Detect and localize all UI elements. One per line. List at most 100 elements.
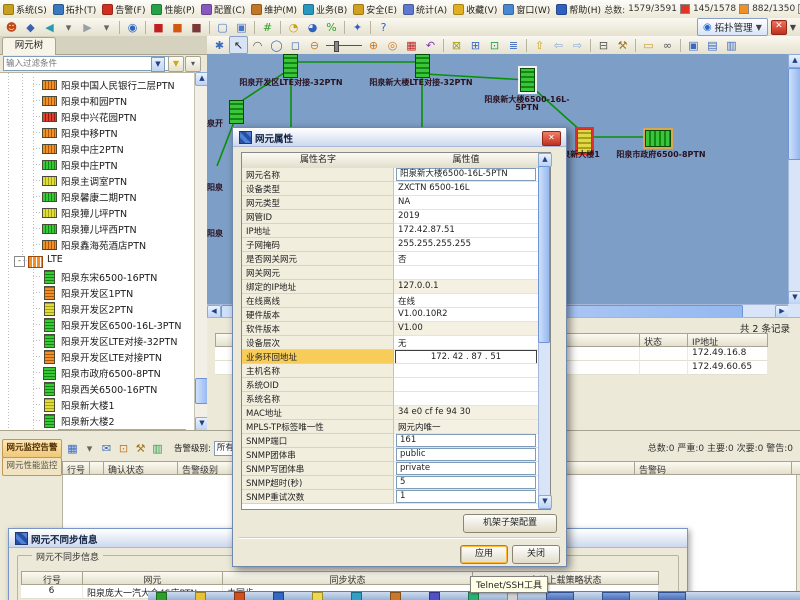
zoom-out-icon[interactable]: ⊖ [305, 36, 324, 54]
tree-item-阳泉獐儿坪西PTN[interactable]: 阳泉獐儿坪西PTN [0, 221, 194, 236]
alarm-query-icon[interactable]: ■ [168, 18, 187, 36]
zoom-region-icon[interactable]: ◻ [286, 36, 305, 54]
property-row-设备类型[interactable]: 设备类型ZXCTN 6500-16L [242, 182, 538, 196]
value-field[interactable]: 1 [396, 490, 536, 503]
tree-item-阳泉开发区LTE对接PTN[interactable]: 阳泉开发区LTE对接PTN [0, 349, 194, 364]
find-icon[interactable]: ∞ [658, 36, 677, 54]
grid-icon[interactable]: ▦ [402, 36, 421, 54]
chevron-down-icon[interactable]: ▼ [790, 23, 796, 32]
tools-icon[interactable]: ⚒ [132, 439, 149, 457]
pan-icon[interactable]: ◠ [248, 36, 267, 54]
taskbar-icon[interactable] [312, 592, 323, 600]
tree-item-阳泉开发区2PTN[interactable]: 阳泉开发区2PTN [0, 301, 194, 316]
close-view-button[interactable]: ✕ [771, 20, 787, 35]
tree-item-阳泉中和园PTN[interactable]: 阳泉中和园PTN [0, 93, 194, 108]
frame-icon[interactable]: ▣ [684, 36, 703, 54]
property-row-在线离线[interactable]: 在线离线在线 [242, 294, 538, 308]
scroll-up-icon[interactable]: ▲ [538, 153, 552, 167]
map-vertical-scrollbar[interactable]: ▲ ▼ [788, 54, 800, 304]
alarm-column-blank[interactable] [792, 461, 800, 475]
taskbar-window-button[interactable] [602, 592, 630, 600]
dialog-scroll-thumb[interactable] [538, 166, 550, 343]
ne-yangquan-shizhengfu-6500-8ptn[interactable] [645, 130, 671, 147]
property-row-网关网元[interactable]: 网关网元 [242, 266, 538, 280]
security-icon[interactable]: ◆ [21, 18, 40, 36]
back-dropdown-icon[interactable]: ▾ [59, 18, 78, 36]
export-dropdown-icon[interactable]: ▾ [81, 439, 98, 457]
nav-forward-icon[interactable]: ⇨ [568, 36, 587, 54]
menu-item-拓扑(T)[interactable]: 拓扑(T) [50, 3, 100, 16]
loopback-address-input[interactable]: 172. 42 . 87 . 51 [395, 350, 537, 364]
zoom-icon[interactable]: ◯ [267, 36, 286, 54]
records-column-状态[interactable]: 状态 [640, 333, 688, 347]
refresh-icon[interactable]: ✱ [210, 36, 229, 54]
tree-item-阳泉开发区6500-16L-3PTN[interactable]: 阳泉开发区6500-16L-3PTN [0, 317, 194, 332]
property-row-MPLS-TP标签唯一性[interactable]: MPLS-TP标签唯一性网元内唯一 [242, 420, 538, 434]
percent-icon[interactable]: % [322, 18, 341, 36]
chart-icon[interactable]: ▥ [722, 36, 741, 54]
tree-item-LTE[interactable]: -LTE [0, 253, 194, 268]
tree-item-阳泉鑫海苑酒店PTN[interactable]: 阳泉鑫海苑酒店PTN [0, 237, 194, 252]
tree-item-阳泉中庄2PTN[interactable]: 阳泉中庄2PTN [0, 141, 194, 156]
value-field[interactable]: 阳泉新大楼6500-16L-5PTN [396, 168, 536, 181]
preview-icon[interactable]: ⊟ [594, 36, 613, 54]
dialog-titlebar[interactable]: 网元属性 ✕ [233, 128, 566, 147]
taskbar-icon[interactable] [507, 592, 518, 600]
menu-item-帮助(H)[interactable]: 帮助(H) [553, 3, 604, 16]
taskbar-icon[interactable] [156, 592, 167, 600]
menu-item-业务(B)[interactable]: 业务(B) [300, 3, 350, 16]
folder-icon[interactable]: ▭ [639, 36, 658, 54]
property-row-网元名称[interactable]: 网元名称阳泉新大楼6500-16L-5PTN [242, 168, 538, 182]
map-vscroll-thumb[interactable] [788, 68, 800, 160]
tree-item-阳泉开发区LTE对接-32PTN[interactable]: 阳泉开发区LTE对接-32PTN [0, 333, 194, 348]
menu-item-统计(A)[interactable]: 统计(A) [400, 3, 450, 16]
zoom-slider[interactable] [326, 40, 362, 50]
tree-item-阳泉獐儿坪PTN[interactable]: 阳泉獐儿坪PTN [0, 205, 194, 220]
window-icon[interactable]: ▢ [213, 18, 232, 36]
lock-icon[interactable]: ⊠ [447, 36, 466, 54]
ne-yangquan-kaifaqu-lte-32ptn[interactable] [283, 54, 298, 78]
taskbar-icon[interactable] [429, 592, 440, 600]
records-column-IP地址[interactable]: IP地址 [688, 333, 768, 347]
alarm-column-blank[interactable] [90, 461, 104, 475]
taskbar-window-button[interactable] [658, 592, 686, 600]
tree-item-阳泉中兴花园PTN[interactable]: 阳泉中兴花园PTN [0, 109, 194, 124]
table-icon[interactable]: ▤ [703, 36, 722, 54]
property-row-子网掩码[interactable]: 子网掩码255.255.255.255 [242, 238, 538, 252]
tree-item-阳泉中移PTN[interactable]: 阳泉中移PTN [0, 125, 194, 140]
filter-dropdown-icon[interactable]: ▼ [151, 57, 165, 72]
menu-item-窗口(W)[interactable]: 窗口(W) [500, 3, 553, 16]
sync-column-行号[interactable]: 行号 [21, 571, 83, 585]
perf-clock2-icon[interactable]: ◕ [303, 18, 322, 36]
property-row-MAC地址[interactable]: MAC地址34 e0 cf fe 94 30 [242, 406, 538, 420]
property-value[interactable]: 172. 42 . 87 . 51 [394, 350, 538, 364]
forward-icon[interactable]: ▶ [78, 18, 97, 36]
property-row-是否网关网元[interactable]: 是否网关网元否 [242, 252, 538, 266]
topology-icon[interactable]: # [258, 18, 277, 36]
scroll-down-icon[interactable]: ▼ [538, 495, 552, 509]
taskbar-icon[interactable] [351, 592, 362, 600]
taskbar-icon[interactable] [195, 592, 206, 600]
nav-back-icon[interactable]: ⇦ [549, 36, 568, 54]
menu-item-维护(M)[interactable]: 维护(M) [248, 3, 300, 16]
property-row-IP地址[interactable]: IP地址172.42.87.51 [242, 224, 538, 238]
property-row-SNMP超时(秒)[interactable]: SNMP超时(秒)5 [242, 476, 538, 490]
taskbar-icon[interactable] [468, 592, 479, 600]
alarm-history-icon[interactable]: ■ [187, 18, 206, 36]
tree-item-阳泉市政府6500-8PTN[interactable]: 阳泉市政府6500-8PTN [0, 365, 194, 380]
sync-column-同步状态[interactable]: 同步状态 [223, 571, 473, 585]
alarm-monitor-icon[interactable]: ■ [149, 18, 168, 36]
property-row-主机名称[interactable]: 主机名称 [242, 364, 538, 378]
menu-item-告警(F)[interactable]: 告警(F) [99, 3, 148, 16]
alarm-column-确认状态[interactable]: 确认状态 [104, 461, 178, 475]
apply-button[interactable]: 应用 [460, 545, 508, 564]
tab-网元监控告警[interactable]: 网元监控告警 [2, 439, 62, 458]
column-header-name[interactable]: 属性名字 [242, 153, 395, 169]
property-row-SNMP端口[interactable]: SNMP端口161 [242, 434, 538, 448]
property-row-SNMP重试次数[interactable]: SNMP重试次数1 [242, 490, 538, 504]
tree-item-阳泉新大楼1[interactable]: 阳泉新大楼1 [0, 397, 194, 412]
ack-icon[interactable]: ⊡ [115, 439, 132, 457]
help-icon[interactable]: ? [374, 18, 393, 36]
save-view-icon[interactable]: ⊞ [466, 36, 485, 54]
value-field[interactable]: private [396, 462, 536, 475]
